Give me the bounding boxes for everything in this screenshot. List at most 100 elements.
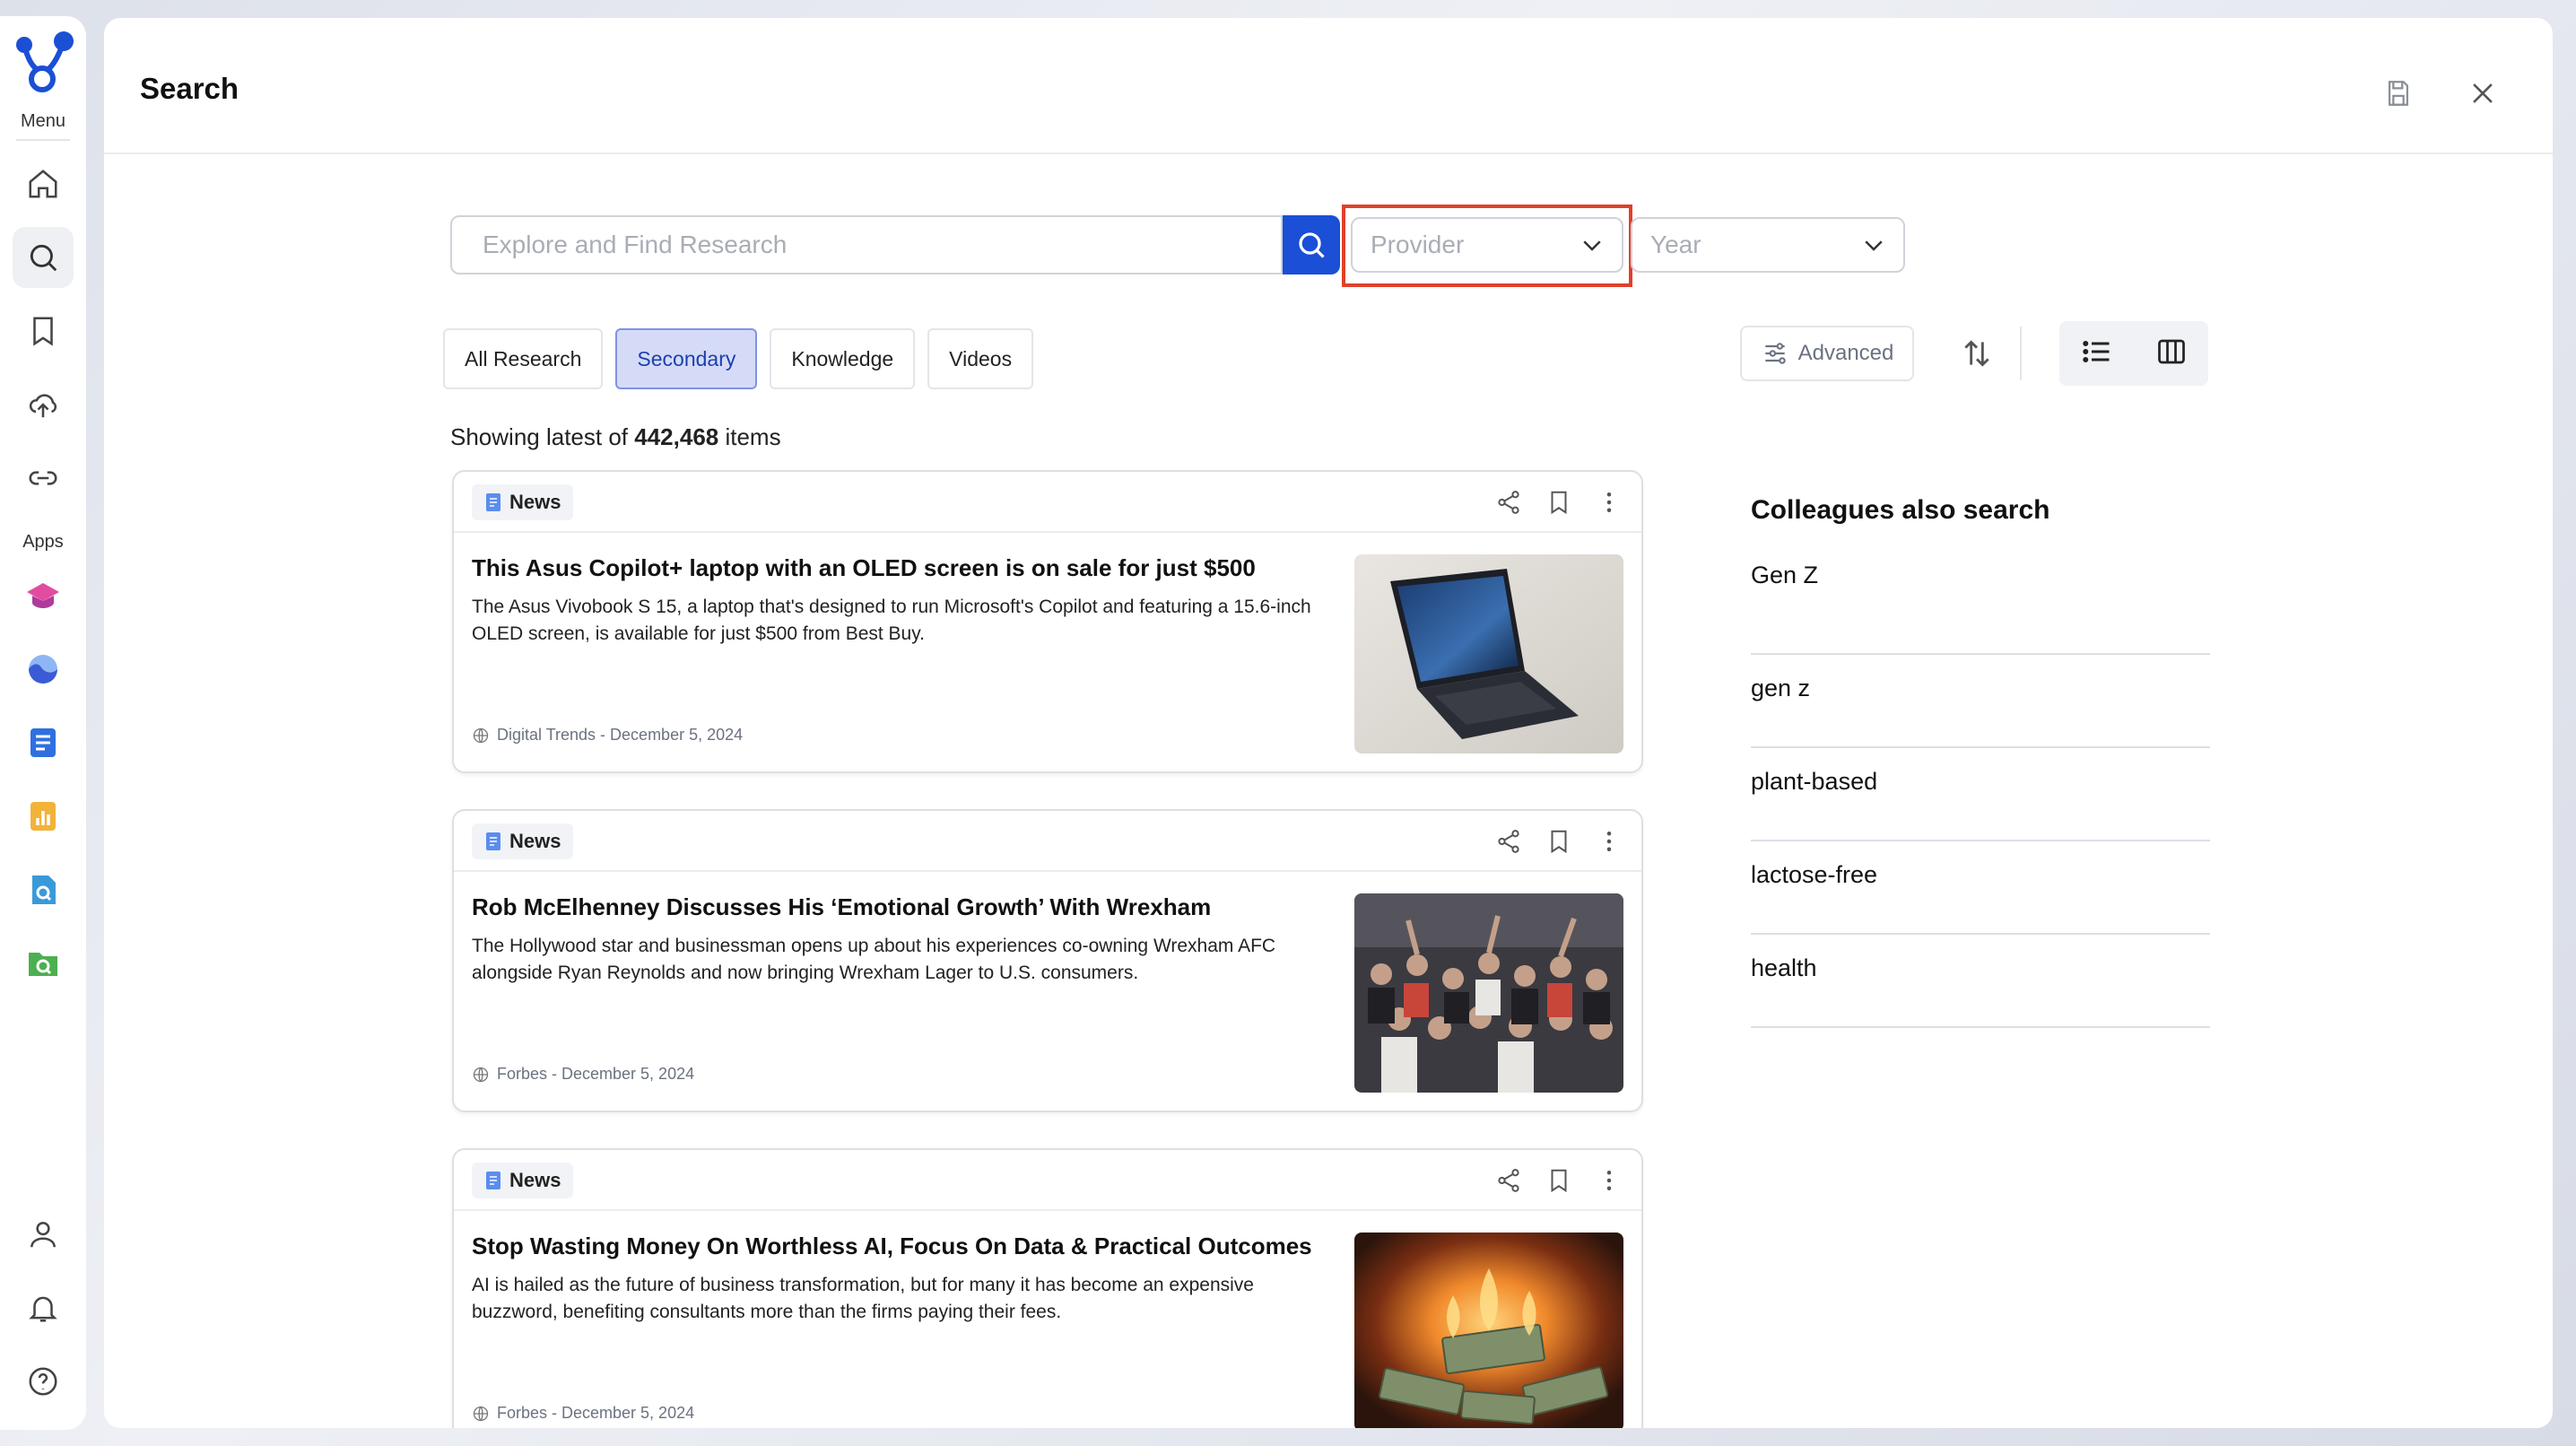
bookmark-icon: [1551, 830, 1567, 854]
apps-label: Apps: [22, 532, 64, 552]
close-button[interactable]: [2465, 75, 2501, 111]
sidebar-item-help[interactable]: [13, 1351, 74, 1412]
sidebar-item-profile[interactable]: [13, 1204, 74, 1265]
bookmark-icon: [33, 317, 53, 346]
laptop-image: [1354, 554, 1623, 753]
app-documents[interactable]: [13, 712, 74, 773]
provider-dropdown-label: Provider: [1371, 231, 1465, 258]
app-file-search[interactable]: [13, 859, 74, 920]
more-vertical-icon: [1606, 832, 1612, 851]
type-badge: News: [472, 484, 574, 520]
share-icon: [1498, 830, 1519, 853]
file-search-app-icon: [32, 875, 56, 904]
news-icon: [486, 832, 500, 850]
more-options-button[interactable]: [1595, 488, 1623, 517]
view-toggle: [2059, 321, 2208, 386]
search-icon: [1299, 232, 1325, 258]
card-thumbnail-burning-money[interactable]: [1354, 1233, 1623, 1428]
suggested-search-item[interactable]: gen z: [1751, 655, 2210, 748]
more-options-button[interactable]: [1595, 827, 1623, 856]
type-badge-label: News: [509, 491, 561, 513]
card-actions: [1494, 488, 1623, 517]
app-folder-search[interactable]: [13, 933, 74, 994]
bookmark-icon: [1551, 1169, 1567, 1193]
toolbar-divider: [2020, 327, 2022, 380]
search-input-wrapper: [450, 215, 1283, 274]
bookmark-button[interactable]: [1545, 827, 1573, 856]
column-view-button[interactable]: [2155, 335, 2188, 372]
news-icon: [486, 493, 500, 511]
sidebar-item-links[interactable]: [13, 448, 74, 509]
list-icon: [2082, 340, 2109, 362]
type-badge: News: [472, 1163, 574, 1198]
burning-money-image: [1354, 1233, 1623, 1428]
wave-app-icon: [29, 655, 57, 684]
results-list: News This Asus Copilot+ laptop with an O…: [452, 470, 1645, 1428]
save-button[interactable]: [2380, 75, 2416, 111]
suggested-search-item[interactable]: Gen Z: [1751, 562, 2210, 655]
card-actions: [1494, 1166, 1623, 1195]
sort-button[interactable]: [1950, 327, 2004, 380]
card-source-date: Forbes - December 5, 2024: [497, 1065, 695, 1083]
tab-all-research[interactable]: All Research: [443, 328, 604, 389]
app-charts[interactable]: [13, 786, 74, 847]
result-card[interactable]: News This Asus Copilot+ laptop with an O…: [452, 470, 1643, 773]
crowd-image: [1354, 893, 1623, 1093]
app-logo-icon[interactable]: [12, 30, 74, 93]
research-tabs: All Research Secondary Knowledge Videos: [443, 328, 1034, 389]
bookmark-button[interactable]: [1545, 1166, 1573, 1195]
document-app-icon: [30, 728, 56, 757]
suggested-search-item[interactable]: lactose-free: [1751, 841, 2210, 935]
share-button[interactable]: [1494, 1166, 1523, 1195]
card-title[interactable]: Stop Wasting Money On Worthless AI, Focu…: [472, 1233, 1333, 1260]
result-count-suffix: items: [725, 423, 781, 450]
bookmark-button[interactable]: [1545, 488, 1573, 517]
link-icon: [29, 471, 57, 485]
more-options-button[interactable]: [1595, 1166, 1623, 1195]
sidebar-item-upload[interactable]: [13, 374, 74, 435]
card-title[interactable]: Rob McElhenney Discusses His ‘Emotional …: [472, 893, 1333, 921]
year-dropdown-label: Year: [1650, 231, 1701, 258]
result-card[interactable]: News Stop Wasting Money On Worthless AI,…: [452, 1148, 1643, 1428]
bell-icon: [29, 1296, 57, 1322]
chevron-down-icon: [1865, 240, 1883, 251]
colleagues-title: Colleagues also search: [1751, 495, 2050, 525]
result-count-number: 442,468: [634, 423, 719, 450]
results-toolbar: Advanced: [1740, 321, 2208, 386]
advanced-filters-button[interactable]: Advanced: [1740, 326, 1914, 381]
share-icon: [1498, 491, 1519, 514]
globe-icon: [473, 1406, 489, 1421]
sidebar-item-notifications[interactable]: [13, 1277, 74, 1338]
card-meta: Forbes - December 5, 2024: [472, 1404, 694, 1423]
colleagues-also-search: Colleagues also search Gen Z gen z plant…: [1751, 495, 2210, 1028]
app-learning[interactable]: [13, 565, 74, 626]
sidebar-item-search[interactable]: [13, 227, 74, 288]
card-thumbnail-laptop[interactable]: [1354, 554, 1623, 753]
share-button[interactable]: [1494, 488, 1523, 517]
sidebar-divider: [16, 139, 70, 141]
share-button[interactable]: [1494, 827, 1523, 856]
provider-dropdown[interactable]: Provider: [1351, 217, 1623, 273]
tab-secondary[interactable]: Secondary: [615, 328, 758, 389]
sidebar-item-home[interactable]: [13, 153, 74, 214]
news-icon: [486, 1172, 500, 1189]
sidebar-item-bookmarks[interactable]: [13, 301, 74, 362]
year-dropdown[interactable]: Year: [1631, 217, 1905, 273]
tab-videos[interactable]: Videos: [927, 328, 1034, 389]
card-title[interactable]: This Asus Copilot+ laptop with an OLED s…: [472, 554, 1333, 582]
card-thumbnail-crowd[interactable]: [1354, 893, 1623, 1093]
search-panel: Search Provider Year All Research Second…: [104, 18, 2553, 1428]
suggested-search-item[interactable]: plant-based: [1751, 748, 2210, 841]
tab-knowledge[interactable]: Knowledge: [770, 328, 916, 389]
search-input[interactable]: [483, 231, 1281, 259]
app-insights[interactable]: [13, 639, 74, 700]
result-card[interactable]: News Rob McElhenney Discusses His ‘Emoti…: [452, 809, 1643, 1112]
type-badge-label: News: [509, 830, 561, 852]
search-submit-button[interactable]: [1283, 215, 1340, 274]
list-view-button[interactable]: [2081, 335, 2113, 372]
card-actions: [1494, 827, 1623, 856]
card-description: The Hollywood star and businessman opens…: [472, 936, 1276, 983]
suggested-search-item[interactable]: health: [1751, 935, 2210, 1028]
type-badge: News: [472, 823, 574, 859]
globe-icon: [473, 1067, 489, 1082]
